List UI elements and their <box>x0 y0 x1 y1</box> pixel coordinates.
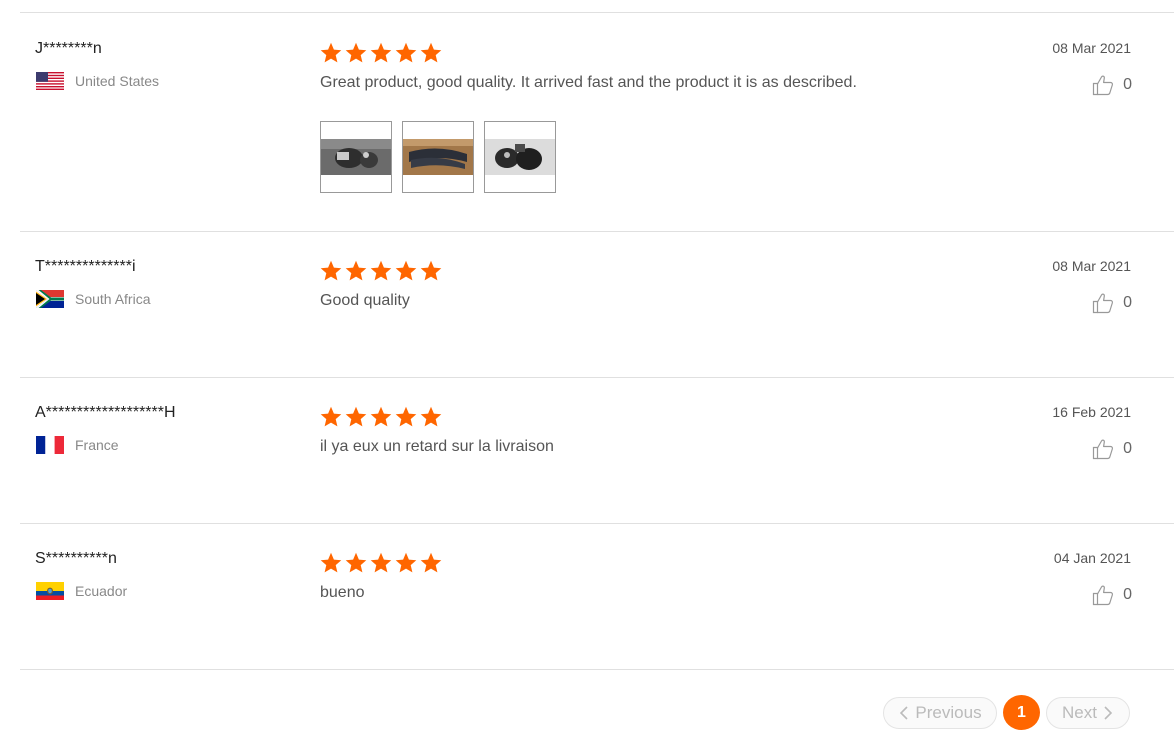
divider <box>20 12 1174 13</box>
reviewer-country: South Africa <box>36 290 151 308</box>
star-icon <box>345 42 367 63</box>
thumbs-up-icon <box>1092 293 1114 314</box>
star-icon <box>370 42 392 63</box>
star-icon <box>370 260 392 281</box>
divider <box>20 669 1174 670</box>
current-page-button[interactable]: 1 <box>1003 695 1040 730</box>
review-text: Great product, good quality. It arrived … <box>320 74 857 91</box>
star-icon <box>420 406 442 427</box>
thumbs-up-icon <box>1092 585 1114 606</box>
star-icon <box>395 552 417 573</box>
star-rating <box>319 260 443 282</box>
reviewer-name: J********n <box>35 40 102 57</box>
chevron-right-icon <box>1104 705 1113 720</box>
reviewer-country: Ecuador <box>36 582 127 600</box>
country-name: United States <box>75 73 160 89</box>
star-icon <box>345 260 367 281</box>
helpful-button[interactable]: 0 <box>1092 438 1132 460</box>
review-date: 04 Jan 2021 <box>1053 550 1131 566</box>
country-name: South Africa <box>75 291 151 307</box>
us-flag-icon <box>36 72 64 90</box>
review-photos <box>320 121 556 193</box>
star-icon <box>420 42 442 63</box>
helpful-button[interactable]: 0 <box>1092 584 1132 606</box>
next-label: Next <box>1062 702 1097 722</box>
star-icon <box>345 406 367 427</box>
country-name: Ecuador <box>75 583 128 599</box>
review-text: Good quality <box>320 292 410 309</box>
country-name: France <box>75 437 119 453</box>
star-icon <box>320 552 342 573</box>
review-text: il ya eux un retard sur la livraison <box>320 438 554 455</box>
divider <box>20 377 1174 378</box>
star-icon <box>395 42 417 63</box>
star-icon <box>370 552 392 573</box>
helpful-count: 0 <box>1123 76 1132 93</box>
thumbs-up-icon <box>1092 439 1114 460</box>
star-icon <box>370 406 392 427</box>
divider <box>20 231 1174 232</box>
helpful-count: 0 <box>1123 440 1132 457</box>
next-page-button[interactable]: Next <box>1046 696 1130 729</box>
ec-flag-icon <box>36 582 64 600</box>
star-icon <box>345 552 367 573</box>
thumbs-up-icon <box>1092 75 1114 96</box>
chevron-left-icon <box>900 705 908 720</box>
reviewer-country: United States <box>36 72 159 90</box>
divider <box>20 523 1174 524</box>
star-rating <box>319 42 443 64</box>
review-date: 08 Mar 2021 <box>1052 40 1131 56</box>
pagination: Previous 1 Next <box>883 695 1130 730</box>
star-rating <box>319 406 443 428</box>
star-icon <box>320 42 342 63</box>
star-rating <box>319 552 443 574</box>
review-text: bueno <box>320 584 365 601</box>
review-date: 08 Mar 2021 <box>1052 258 1131 274</box>
star-icon <box>395 406 417 427</box>
star-icon <box>320 406 342 427</box>
review-photo-thumbnail[interactable] <box>402 121 474 193</box>
previous-label: Previous <box>915 702 982 722</box>
reviewer-name: A*******************H <box>35 404 176 421</box>
helpful-count: 0 <box>1123 294 1132 311</box>
review-photo-thumbnail[interactable] <box>484 121 556 193</box>
helpful-button[interactable]: 0 <box>1092 292 1132 314</box>
helpful-button[interactable]: 0 <box>1092 74 1132 96</box>
previous-page-button[interactable]: Previous <box>883 696 997 729</box>
za-flag-icon <box>36 290 64 308</box>
helpful-count: 0 <box>1123 586 1132 603</box>
star-icon <box>320 260 342 281</box>
review-date: 16 Feb 2021 <box>1052 404 1131 420</box>
star-icon <box>420 552 442 573</box>
fr-flag-icon <box>36 436 64 454</box>
star-icon <box>395 260 417 281</box>
reviewer-name: T**************i <box>35 258 136 275</box>
star-icon <box>420 260 442 281</box>
reviewer-country: France <box>36 436 119 454</box>
reviewer-name: S**********n <box>35 550 117 567</box>
review-photo-thumbnail[interactable] <box>320 121 392 193</box>
